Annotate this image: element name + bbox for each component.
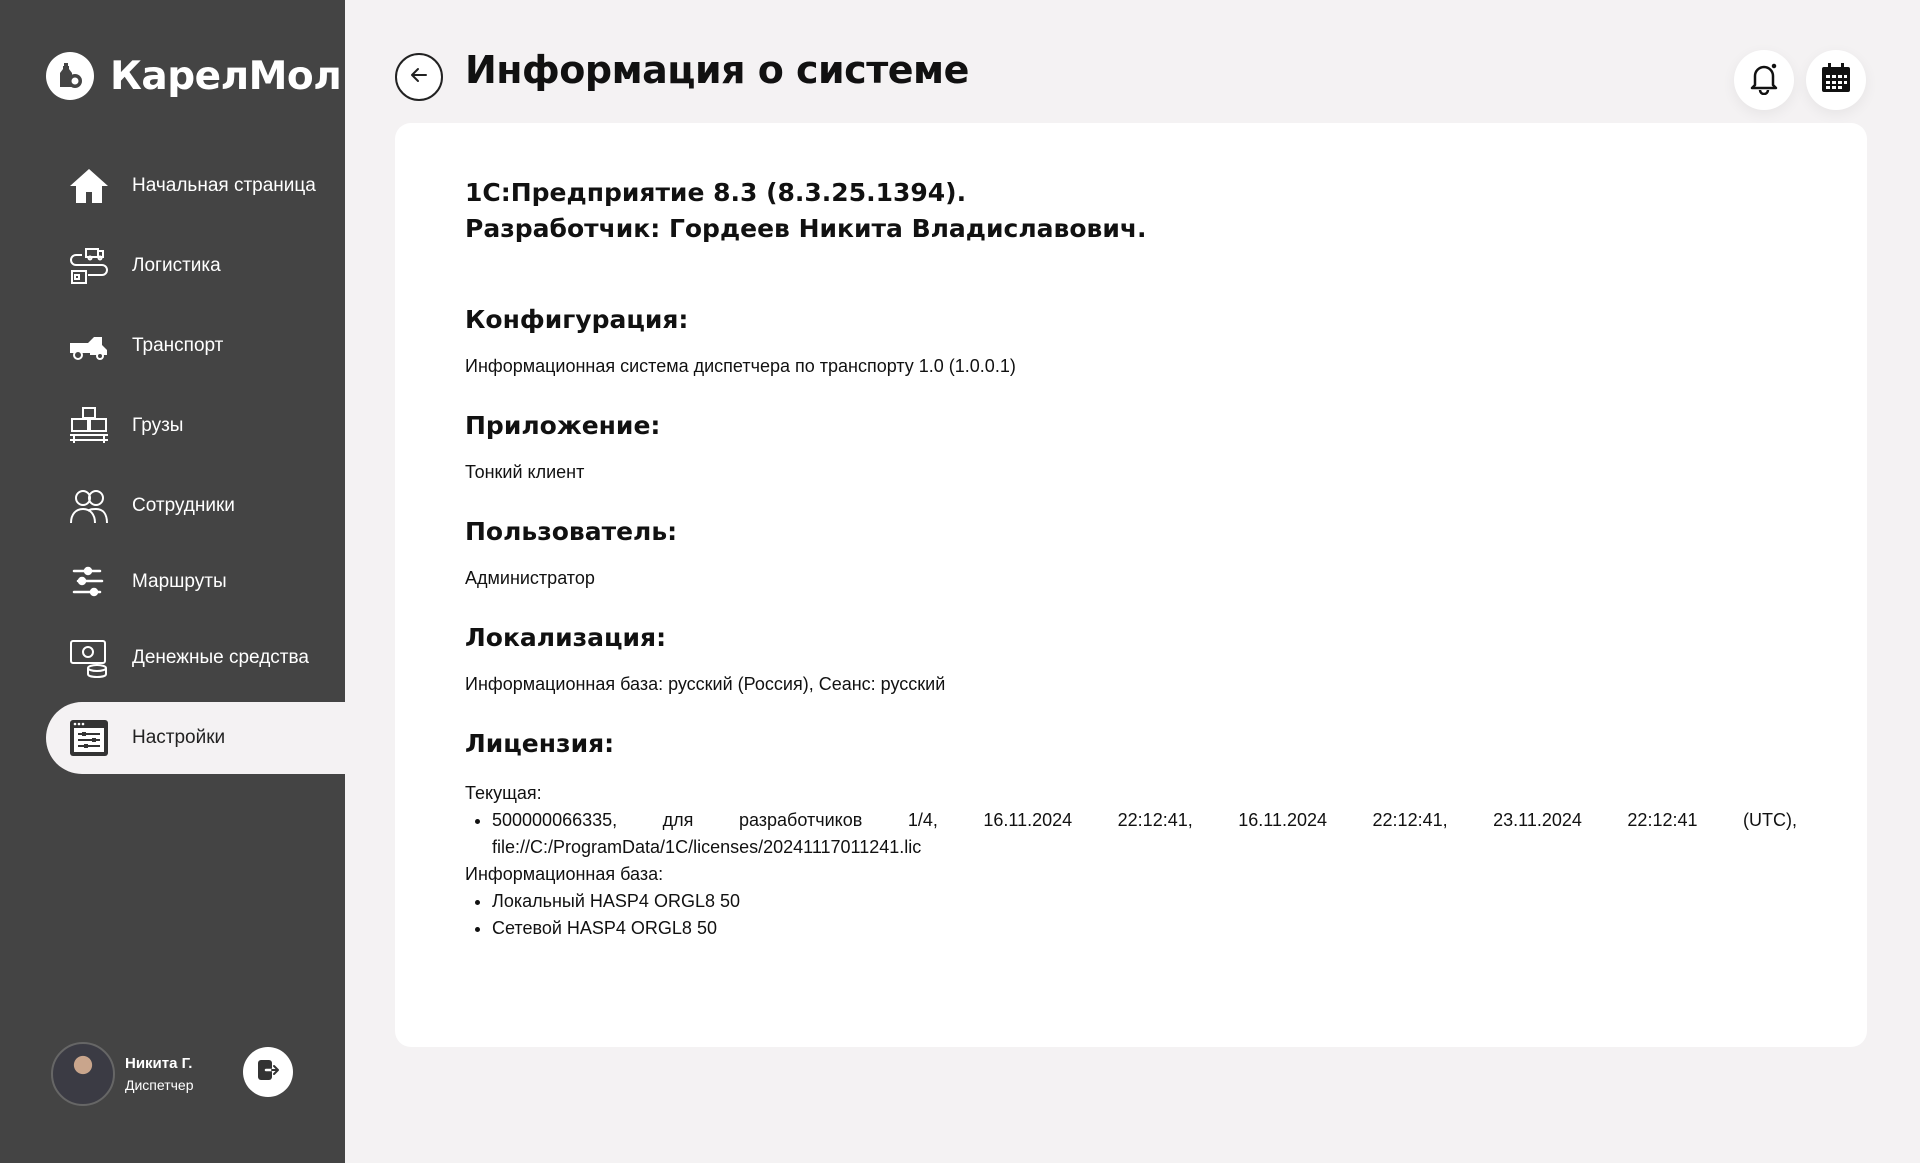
sidebar-item-logistics[interactable]: Логистика: [46, 230, 345, 302]
calendar-button[interactable]: [1806, 50, 1866, 110]
app-logo[interactable]: КарелМол: [46, 52, 342, 100]
sidebar-item-routes[interactable]: Маршруты: [46, 546, 345, 618]
transport-icon: [66, 323, 112, 369]
user-role: Диспетчер: [125, 1077, 194, 1093]
avatar: [51, 1042, 115, 1106]
license-section: Лицензия: Текущая: 500000066335, для раз…: [465, 729, 1797, 942]
localization-section: Локализация: Информационная база: русски…: [465, 623, 1797, 695]
calendar-icon: [1820, 62, 1852, 99]
section-value: Информационная база: русский (Россия), С…: [465, 674, 946, 694]
sidebar-item-home[interactable]: Начальная страница: [46, 150, 345, 222]
money-icon: [66, 635, 112, 681]
app-name: КарелМол: [110, 53, 342, 99]
sidebar-item-label: Логистика: [132, 255, 221, 276]
section-value: Администратор: [465, 568, 595, 588]
section-value: Тонкий клиент: [465, 462, 585, 482]
section-title: Локализация:: [465, 623, 667, 652]
logout-icon: [255, 1057, 281, 1088]
sidebar-item-employees[interactable]: Сотрудники: [46, 470, 345, 542]
license-db-list: Локальный HASP4 ORGL8 50 Сетевой HASP4 O…: [465, 888, 1797, 942]
developer-info: Разработчик: Гордеев Никита Владиславови…: [465, 214, 1147, 243]
sidebar-item-settings[interactable]: Настройки: [46, 702, 345, 774]
list-item: Сетевой HASP4 ORGL8 50: [492, 915, 1797, 942]
section-value: Информационная система диспетчера по тра…: [465, 356, 1016, 376]
system-info-card: 1С:Предприятие 8.3 (8.3.25.1394). Разраб…: [395, 123, 1867, 1047]
logistics-icon: [66, 243, 112, 289]
user-section: Пользователь: Администратор: [465, 517, 1797, 589]
list-item: 500000066335, для разработчиков 1/4, 16.…: [492, 807, 1797, 861]
milk-logo-icon: [46, 52, 94, 100]
home-icon: [66, 163, 112, 209]
sidebar-item-label: Начальная страница: [132, 175, 316, 196]
back-button[interactable]: [395, 53, 443, 101]
sidebar-item-cargo[interactable]: Грузы: [46, 390, 345, 462]
arrow-left-icon: [408, 64, 430, 91]
bell-icon: [1748, 61, 1780, 100]
user-name: Никита Г.: [125, 1055, 193, 1072]
configuration-section: Конфигурация: Информационная система дис…: [465, 305, 1797, 377]
license-current-list: 500000066335, для разработчиков 1/4, 16.…: [465, 807, 1797, 861]
sidebar-item-label: Настройки: [132, 727, 226, 748]
sidebar-item-transport[interactable]: Транспорт: [46, 310, 345, 382]
user-profile[interactable]: Никита Г. Диспетчер: [51, 1042, 193, 1106]
notifications-button[interactable]: [1734, 50, 1794, 110]
sidebar-item-label: Денежные средства: [132, 647, 309, 668]
sidebar-item-label: Сотрудники: [132, 495, 235, 516]
section-title: Лицензия:: [465, 729, 615, 758]
platform-version: 1С:Предприятие 8.3 (8.3.25.1394).: [465, 178, 967, 207]
routes-icon: [66, 559, 112, 605]
license-current-label: Текущая:: [465, 783, 542, 803]
employees-icon: [66, 483, 112, 529]
sidebar-item-money[interactable]: Денежные средства: [46, 622, 345, 694]
sidebar-item-label: Грузы: [132, 415, 184, 436]
sidebar-item-label: Транспорт: [132, 335, 224, 356]
section-title: Конфигурация:: [465, 305, 689, 334]
cargo-icon: [66, 403, 112, 449]
sidebar-item-label: Маршруты: [132, 571, 227, 592]
logout-button[interactable]: [243, 1047, 293, 1097]
section-title: Пользователь:: [465, 517, 678, 546]
application-section: Приложение: Тонкий клиент: [465, 411, 1797, 483]
section-title: Приложение:: [465, 411, 661, 440]
settings-icon: [66, 715, 112, 761]
list-item: Локальный HASP4 ORGL8 50: [492, 888, 1797, 915]
license-db-label: Информационная база:: [465, 864, 664, 884]
sidebar: КарелМол Начальная страница Логистика Тр…: [0, 0, 345, 1163]
page-title: Информация о системе: [465, 48, 969, 92]
